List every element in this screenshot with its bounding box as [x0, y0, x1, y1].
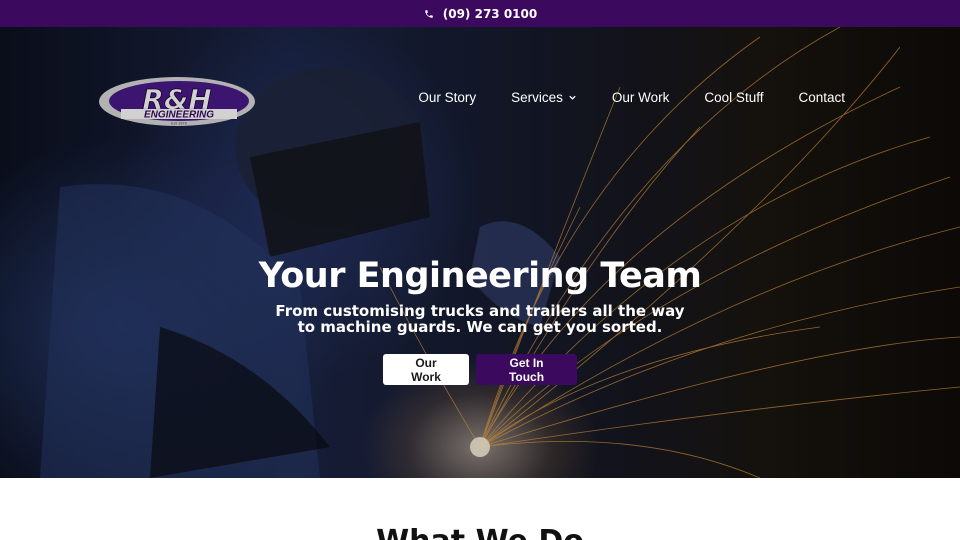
top-contact-bar: (09) 273 0100 — [0, 0, 960, 27]
chevron-down-icon — [569, 95, 576, 100]
phone-number-link[interactable]: (09) 273 0100 — [443, 7, 537, 21]
company-logo[interactable]: R&H ENGINEERING Est 1979 — [97, 76, 257, 127]
section-title-what-we-do: What We Do — [0, 524, 960, 540]
phone-icon — [423, 8, 435, 20]
main-navigation: Our Story Services Our Work Cool Stuff C… — [418, 90, 845, 105]
nav-our-work[interactable]: Our Work — [612, 90, 670, 105]
hero-subtitle: From customising trucks and trailers all… — [275, 302, 685, 336]
nav-services[interactable]: Services — [511, 90, 577, 105]
hero-buttons: Our Work Get In Touch — [0, 354, 960, 385]
hero-title: Your Engineering Team — [258, 256, 702, 296]
nav-our-story[interactable]: Our Story — [418, 90, 476, 105]
logo-brand: R&H — [142, 83, 211, 116]
get-in-touch-button[interactable]: Get In Touch — [476, 354, 577, 385]
hero-content: Your Engineering Team From customising t… — [0, 255, 960, 385]
nav-cool-stuff[interactable]: Cool Stuff — [704, 90, 763, 105]
hero-section: R&H ENGINEERING Est 1979 Our Story Servi… — [0, 27, 960, 478]
our-work-button[interactable]: Our Work — [383, 354, 469, 385]
nav-contact[interactable]: Contact — [798, 90, 845, 105]
logo-subtext: ENGINEERING — [144, 110, 214, 121]
logo-tagline: Est 1979 — [171, 121, 188, 126]
